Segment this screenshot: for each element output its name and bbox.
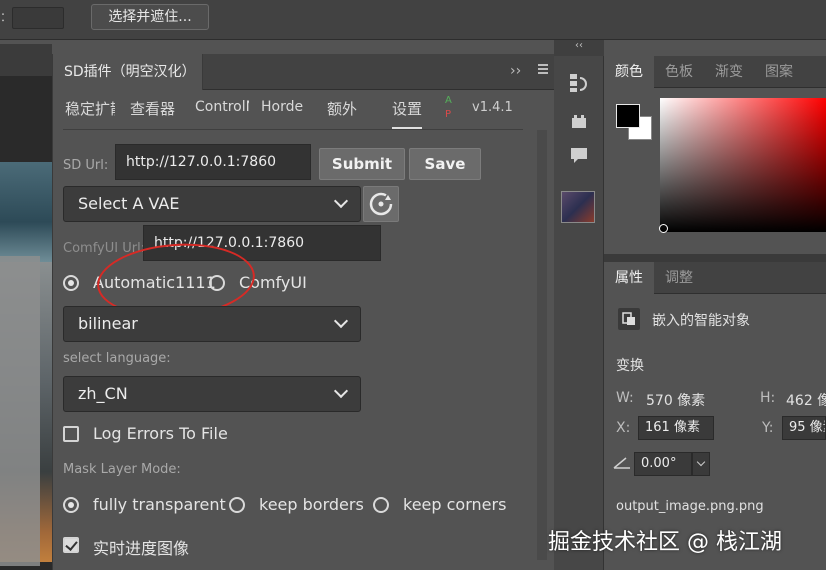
layer-thumbnail[interactable] xyxy=(561,191,595,223)
log-errors-checkbox[interactable] xyxy=(63,426,79,442)
submit-button[interactable]: Submit xyxy=(319,148,405,180)
tab-settings[interactable]: 设置 xyxy=(392,98,423,129)
radio-automatic1111[interactable] xyxy=(63,275,79,291)
sd-url-input[interactable]: http://127.0.0.1:7860 xyxy=(115,144,311,180)
radio-keep-borders[interactable] xyxy=(229,497,245,513)
realtime-preview-label: 实时进度图像 xyxy=(93,539,190,558)
options-bar: ： 选择并遮住... xyxy=(0,0,826,40)
tab-extra[interactable]: 额外 xyxy=(327,98,357,119)
badge-p: P xyxy=(445,109,452,120)
document-tab-strip xyxy=(0,44,52,76)
log-errors-label: Log Errors To File xyxy=(93,424,228,443)
language-select-value: zh_CN xyxy=(78,384,128,403)
plugin-block-icon[interactable] xyxy=(568,110,590,132)
chevron-down-icon xyxy=(333,383,349,399)
badge-a: A xyxy=(445,95,452,106)
fully-transparent-label: fully transparent xyxy=(93,495,226,514)
options-label: ： xyxy=(0,10,13,24)
canvas-overlay xyxy=(0,256,40,566)
tab-swatches[interactable]: 色板 xyxy=(654,56,704,88)
angle-dropdown[interactable] xyxy=(692,452,710,476)
document-canvas[interactable] xyxy=(0,76,52,570)
tab-gradients[interactable]: 渐变 xyxy=(704,56,754,88)
watermark: 掘金技术社区 @ 栈江湖 xyxy=(548,530,782,555)
y-input[interactable]: 95 像素 xyxy=(782,416,826,440)
refresh-vae-button[interactable] xyxy=(363,186,399,222)
right-panels: 颜色 色板 渐变 图案 属性 调整 嵌入的智能对象 变换 W: 570 像素 H… xyxy=(604,56,826,570)
foreground-color-swatch[interactable] xyxy=(616,104,640,128)
sd-plugin-panel: SD插件（明空汉化） ›› 稳定扩散 查看器 ControlNet Horde … xyxy=(52,54,555,570)
sd-url-label: SD Url: xyxy=(63,158,109,173)
x-input[interactable]: 161 像素 xyxy=(638,416,714,440)
upscaler-select[interactable]: bilinear xyxy=(63,306,361,342)
realtime-preview-checkbox[interactable] xyxy=(63,537,79,553)
panel-icon-strip xyxy=(554,56,604,570)
chevron-down-icon xyxy=(696,457,706,467)
tab-adjustments[interactable]: 调整 xyxy=(654,262,704,294)
refresh-icon xyxy=(369,192,393,216)
tab-color[interactable]: 颜色 xyxy=(604,56,654,88)
tab-controlnet[interactable]: ControlNet xyxy=(195,99,249,115)
color-picker-cursor[interactable] xyxy=(659,224,668,233)
vae-select-value: Select A VAE xyxy=(78,194,180,213)
select-language-label: select language: xyxy=(63,351,171,366)
save-button[interactable]: Save xyxy=(409,148,481,180)
w-label: W: xyxy=(616,390,634,406)
w-value[interactable]: 570 像素 xyxy=(646,390,705,410)
canvas-image-top xyxy=(0,162,52,262)
properties-panel-header: 属性 调整 xyxy=(604,262,826,294)
mask-layer-mode-label: Mask Layer Mode: xyxy=(63,462,181,477)
plugin-tab-bar: 稳定扩散 查看器 ControlNet Horde 额外 设置 xyxy=(63,94,523,130)
tab-stable-diffusion[interactable]: 稳定扩散 xyxy=(65,98,115,119)
history-icon[interactable] xyxy=(568,72,590,94)
keep-corners-label: keep corners xyxy=(403,495,507,514)
panel-divider xyxy=(604,254,826,262)
linked-filename: output_image.png.png xyxy=(616,499,764,514)
tab-viewer[interactable]: 查看器 xyxy=(130,98,175,119)
smart-object-icon xyxy=(618,308,640,330)
radio-fully-transparent[interactable] xyxy=(63,497,79,513)
y-label: Y: xyxy=(762,420,774,436)
upscaler-select-value: bilinear xyxy=(78,314,138,333)
color-panel-header: 颜色 色板 渐变 图案 xyxy=(604,56,826,88)
comment-icon[interactable] xyxy=(568,144,590,166)
tab-patterns[interactable]: 图案 xyxy=(754,56,804,88)
h-label: H: xyxy=(760,390,776,406)
tab-horde[interactable]: Horde xyxy=(261,99,303,115)
tab-properties[interactable]: 属性 xyxy=(604,262,654,294)
transform-heading: 变换 xyxy=(616,358,644,374)
collapse-panel-icon[interactable]: ›› xyxy=(510,63,521,79)
select-and-mask-button[interactable]: 选择并遮住... xyxy=(91,4,209,30)
keep-borders-label: keep borders xyxy=(259,495,364,514)
vae-select[interactable]: Select A VAE xyxy=(63,186,361,222)
h-value[interactable]: 462 像素 xyxy=(786,390,826,410)
version-label: v1.4.1 xyxy=(472,100,513,115)
smart-object-label: 嵌入的智能对象 xyxy=(652,313,750,329)
chevron-down-icon xyxy=(333,313,349,329)
plugin-title-tab[interactable]: SD插件（明空汉化） xyxy=(53,54,203,90)
angle-icon xyxy=(613,457,630,469)
ap-badge: A P xyxy=(445,94,452,122)
collapse-panels-button[interactable]: ‹‹ xyxy=(554,40,604,56)
radio-keep-corners[interactable] xyxy=(373,497,389,513)
options-field[interactable] xyxy=(12,7,64,29)
plugin-header: SD插件（明空汉化） ›› xyxy=(53,54,555,90)
angle-input[interactable]: 0.00° xyxy=(634,452,692,476)
x-label: X: xyxy=(616,420,631,436)
chevron-down-icon xyxy=(333,193,349,209)
panel-menu-icon[interactable] xyxy=(538,64,548,74)
language-select[interactable]: zh_CN xyxy=(63,376,361,412)
color-picker-field[interactable] xyxy=(660,98,826,232)
panel-scrollbar[interactable] xyxy=(537,130,547,560)
